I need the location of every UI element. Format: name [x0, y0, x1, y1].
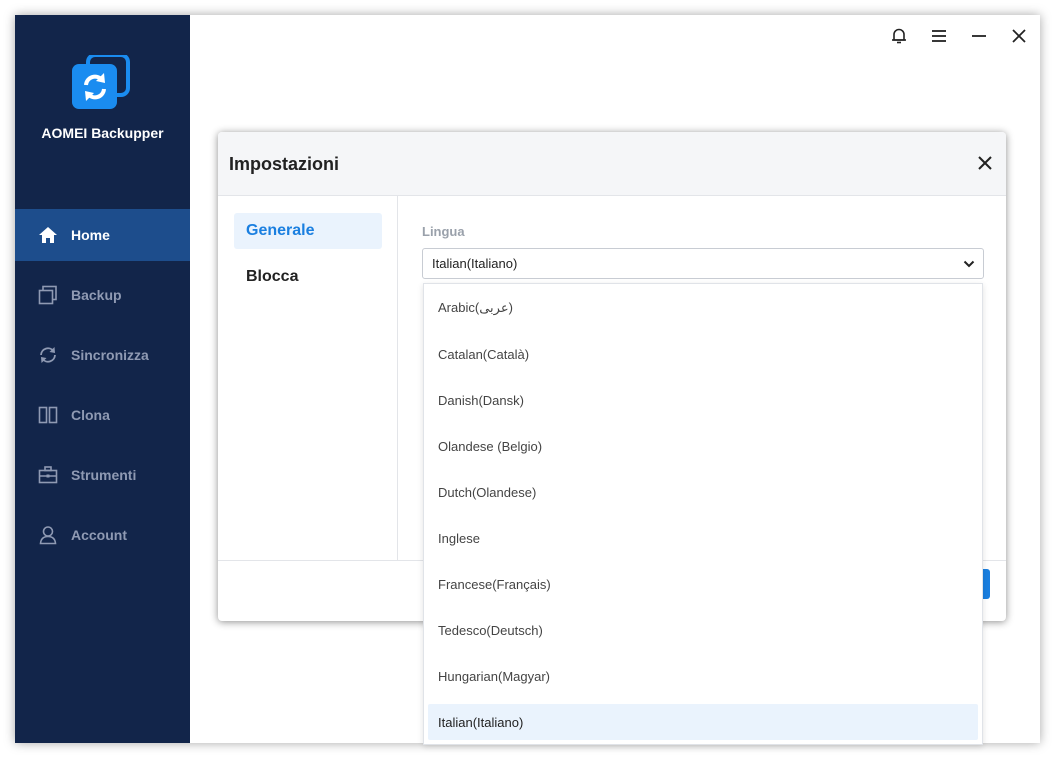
- user-icon: [37, 524, 59, 546]
- tab-blocca[interactable]: Blocca: [234, 259, 382, 295]
- sidebar-item-account[interactable]: Account: [15, 509, 190, 561]
- close-icon[interactable]: [1008, 25, 1030, 47]
- sidebar-item-home[interactable]: Home: [15, 209, 190, 261]
- chevron-down-icon: [963, 258, 975, 270]
- sidebar-item-backup[interactable]: Backup: [15, 269, 190, 321]
- language-select[interactable]: Italian(Italiano): [422, 248, 984, 279]
- sidebar-item-clone[interactable]: Clona: [15, 389, 190, 441]
- language-option[interactable]: Dutch(Olandese): [428, 474, 978, 510]
- language-option[interactable]: Hungarian(Magyar): [428, 658, 978, 694]
- sidebar-item-label: Home: [71, 227, 110, 243]
- app-logo-icon: [72, 53, 132, 115]
- clone-icon: [37, 404, 59, 426]
- dialog-close-icon[interactable]: [976, 154, 994, 172]
- language-dropdown-list: Arabic(عربى) Catalan(Català) Danish(Dans…: [423, 283, 983, 745]
- language-option[interactable]: Inglese: [428, 520, 978, 556]
- menu-icon[interactable]: [928, 25, 950, 47]
- sidebar-item-label: Sincronizza: [71, 347, 149, 363]
- dialog-nav: Generale Blocca: [218, 196, 398, 560]
- language-option[interactable]: Arabic(عربى): [428, 290, 978, 326]
- language-option[interactable]: Olandese (Belgio): [428, 428, 978, 464]
- sidebar: AOMEI Backupper Home Backup Sincronizza …: [15, 15, 190, 743]
- language-label: Lingua: [422, 224, 465, 239]
- sidebar-item-label: Account: [71, 527, 127, 543]
- toolbox-icon: [37, 464, 59, 486]
- language-option[interactable]: Catalan(Català): [428, 336, 978, 372]
- dialog-header: Impostazioni: [218, 132, 1006, 196]
- sidebar-item-label: Strumenti: [71, 467, 137, 483]
- language-option[interactable]: Francese(Français): [428, 566, 978, 602]
- home-icon: [37, 224, 59, 246]
- language-option[interactable]: Tedesco(Deutsch): [428, 612, 978, 648]
- sidebar-item-sync[interactable]: Sincronizza: [15, 329, 190, 381]
- sync-icon: [37, 344, 59, 366]
- backup-icon: [37, 284, 59, 306]
- sidebar-item-label: Backup: [71, 287, 122, 303]
- language-option[interactable]: Danish(Dansk): [428, 382, 978, 418]
- bell-icon[interactable]: [888, 25, 910, 47]
- tab-generale[interactable]: Generale: [234, 213, 382, 249]
- sidebar-item-tools[interactable]: Strumenti: [15, 449, 190, 501]
- language-select-value: Italian(Italiano): [432, 256, 518, 271]
- language-option-selected[interactable]: Italian(Italiano): [428, 704, 978, 740]
- minimize-icon[interactable]: [968, 25, 990, 47]
- app-name: AOMEI Backupper: [41, 125, 164, 141]
- sidebar-item-label: Clona: [71, 407, 110, 423]
- dialog-title: Impostazioni: [229, 154, 340, 174]
